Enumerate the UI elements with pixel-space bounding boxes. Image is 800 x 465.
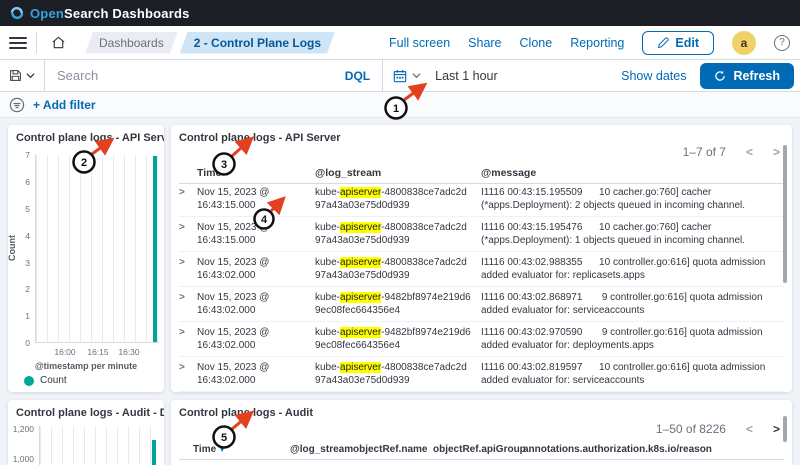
expand-row-icon[interactable]: >	[179, 187, 197, 216]
highlighted-term: apiserver	[340, 292, 381, 303]
expand-row-icon[interactable]: >	[179, 292, 197, 321]
sort-desc-icon: ▾	[220, 445, 224, 454]
column-header-objectref-name[interactable]: objectRef.name	[353, 444, 433, 455]
table-row[interactable]: > Nov 15, 2023 @ 16:43:02.000 kube-apise…	[179, 252, 784, 287]
nav-actions: Full screen Share Clone Reporting Edit a…	[389, 31, 800, 55]
top-bar: OpenSearch Dashboards	[0, 0, 800, 26]
filter-bar: + Add filter	[0, 92, 800, 118]
api-server-chart-panel: Control plane logs - API Server - ... 7 …	[8, 125, 164, 392]
chart-legend[interactable]: Count	[24, 375, 67, 386]
highlighted-term: apiserver	[340, 362, 381, 373]
query-bar: DQL Last 1 hour Show dates Refresh	[0, 60, 800, 92]
avatar[interactable]: a	[732, 31, 756, 55]
nav-bar: Dashboards 2 - Control Plane Logs Full s…	[0, 26, 800, 60]
app-title: OpenSearch Dashboards	[30, 6, 190, 21]
reporting-link[interactable]: Reporting	[570, 36, 624, 50]
full-screen-link[interactable]: Full screen	[389, 36, 450, 50]
expand-row-icon[interactable]: >	[179, 327, 197, 356]
refresh-button[interactable]: Refresh	[700, 63, 794, 89]
search-input[interactable]	[45, 60, 333, 91]
column-header-log-stream[interactable]: @log_stream	[315, 167, 481, 179]
column-header-annotations-reason[interactable]: annotations.authorization.k8s.io/reason	[523, 444, 784, 455]
pagination: 1–50 of 8226 < >	[656, 422, 780, 436]
menu-icon[interactable]	[9, 34, 27, 52]
edit-button[interactable]: Edit	[642, 31, 714, 55]
highlighted-term: apiserver	[340, 222, 381, 233]
opensearch-logo-icon[interactable]	[10, 6, 24, 20]
time-range-value[interactable]: Last 1 hour	[431, 69, 621, 83]
save-icon	[9, 69, 22, 82]
audit-chart-panel: Control plane logs - Audit - Date ... 1,…	[8, 400, 164, 465]
sort-desc-icon: ▾	[225, 169, 229, 178]
add-filter-button[interactable]: + Add filter	[33, 98, 96, 112]
clone-link[interactable]: Clone	[520, 36, 553, 50]
highlighted-term: apiserver	[340, 187, 381, 198]
expand-row-icon[interactable]: >	[179, 362, 197, 391]
divider	[36, 32, 37, 54]
api-server-histogram[interactable]	[35, 155, 159, 343]
opensearch-dashboards-app: OpenSearch Dashboards Dashboards 2 - Con…	[0, 0, 800, 465]
breadcrumb: Dashboards 2 - Control Plane Logs	[85, 32, 335, 54]
panel-title: Control plane logs - API Server - ...	[8, 125, 164, 144]
table-body: > Nov 15, 2023 @ 16:43:15.000 kube-apise…	[179, 182, 784, 392]
home-icon[interactable]	[45, 30, 71, 56]
prev-page-icon[interactable]: <	[746, 145, 753, 159]
table-row[interactable]: > Nov 15, 2023 @ 16:43:02.000 kube-apise…	[179, 357, 784, 392]
date-picker-button[interactable]	[382, 60, 431, 91]
share-link[interactable]: Share	[468, 36, 501, 50]
column-header-time[interactable]: Time▾	[193, 444, 290, 455]
table-row[interactable]: > Nov 15, 2023 @ 16:43:15.000 kube-apise…	[179, 182, 784, 217]
x-axis-label: @timestamp per minute	[8, 361, 164, 371]
prev-page-icon[interactable]: <	[746, 422, 753, 436]
next-page-icon[interactable]: >	[773, 145, 780, 159]
calendar-icon	[393, 69, 407, 83]
scrollbar[interactable]	[783, 416, 787, 442]
breadcrumb-dashboards[interactable]: Dashboards	[85, 32, 178, 54]
chevron-down-icon	[26, 71, 35, 80]
column-header-log-stream[interactable]: @log_stream	[290, 444, 353, 455]
saved-query-menu-button[interactable]	[0, 60, 45, 91]
expand-row-icon[interactable]: >	[179, 222, 197, 251]
audit-table-panel: Control plane logs - Audit 1–50 of 8226 …	[171, 400, 792, 465]
dashboard-content: Control plane logs - API Server - ... 7 …	[0, 118, 800, 465]
panel-title: Control plane logs - API Server	[171, 125, 792, 144]
table-header: Time▾ @log_stream objectRef.name objectR…	[179, 444, 784, 460]
count-bar[interactable]	[152, 440, 156, 465]
dql-button[interactable]: DQL	[333, 69, 382, 83]
pencil-icon	[657, 37, 669, 49]
help-icon[interactable]: ?	[774, 35, 790, 51]
refresh-icon	[714, 70, 726, 82]
expand-row-icon[interactable]: >	[179, 257, 197, 286]
pagination: 1–7 of 7 < >	[683, 145, 780, 159]
column-header-message[interactable]: @message	[481, 167, 784, 179]
audit-histogram[interactable]	[39, 426, 158, 465]
next-page-icon[interactable]: >	[773, 422, 780, 436]
table-row[interactable]: > Nov 15, 2023 @ 16:43:15.000 kube-apise…	[179, 217, 784, 252]
filter-icon[interactable]	[9, 97, 25, 113]
scrollbar[interactable]	[783, 145, 787, 283]
highlighted-term: apiserver	[340, 327, 381, 338]
api-server-table-panel: Control plane logs - API Server 1–7 of 7…	[171, 125, 792, 392]
panel-title: Control plane logs - Audit	[171, 400, 792, 419]
page-range: 1–7 of 7	[683, 145, 726, 159]
count-bar[interactable]	[153, 156, 157, 342]
column-header-objectref-apigroup[interactable]: objectRef.apiGroup	[433, 444, 523, 455]
page-range: 1–50 of 8226	[656, 422, 726, 436]
legend-color-dot	[24, 376, 34, 386]
y-axis-label: Count	[7, 208, 17, 288]
table-row[interactable]: > Nov 15, 2023 @ 16:43:02.000 kube-apise…	[179, 287, 784, 322]
breadcrumb-current-dashboard: 2 - Control Plane Logs	[180, 32, 335, 54]
table-row[interactable]: > Nov 15, 2023 @ 16:43:02.000 kube-apise…	[179, 322, 784, 357]
panel-title: Control plane logs - Audit - Date ...	[8, 400, 164, 419]
chevron-down-icon	[412, 71, 421, 80]
column-header-time[interactable]: Time▾	[197, 167, 315, 179]
highlighted-term: apiserver	[340, 257, 381, 268]
show-dates-button[interactable]: Show dates	[621, 69, 700, 83]
